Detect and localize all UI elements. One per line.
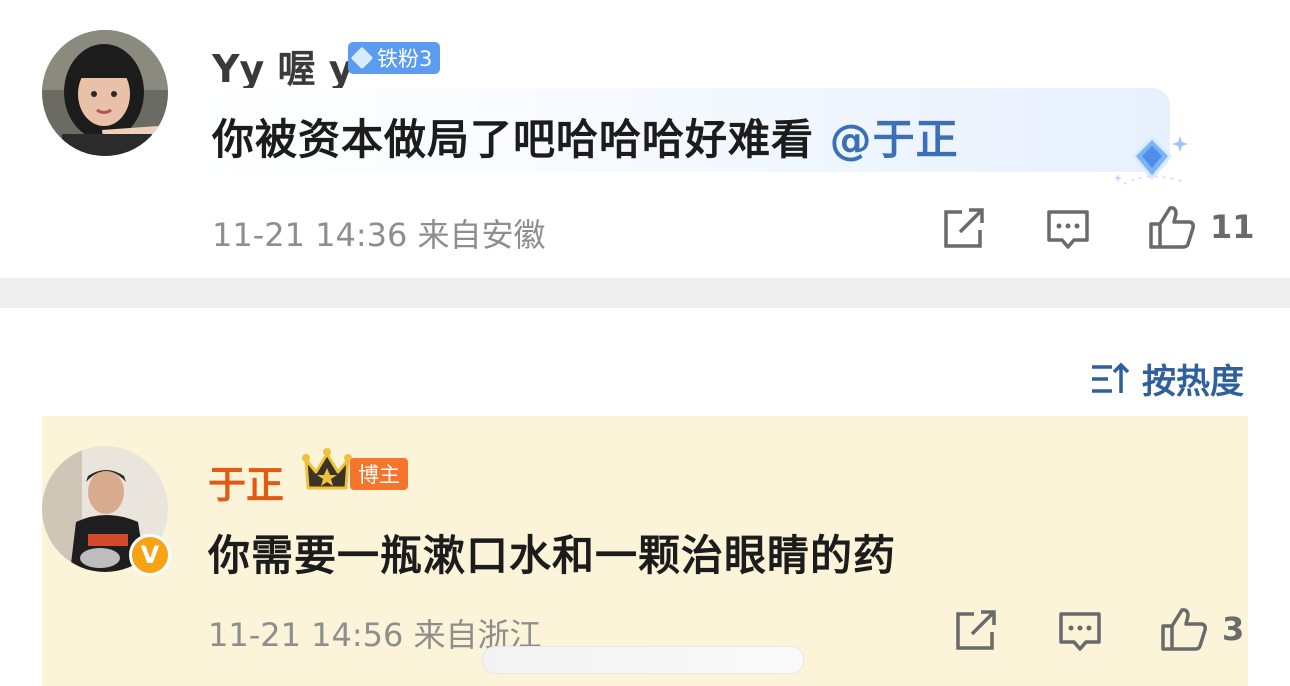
like-count: 3 [1222, 610, 1245, 648]
comment-body: 你被资本做局了吧哈哈哈好难看 [212, 115, 830, 164]
section-divider [0, 278, 1290, 308]
like-icon [1149, 206, 1195, 249]
comment-button[interactable] [1046, 208, 1090, 252]
avatar[interactable] [42, 30, 168, 156]
watermark-bar [482, 646, 804, 674]
sort-toggle[interactable]: 按热度 [1090, 354, 1244, 403]
comment-2: V 于正 博主 你需要一瓶漱口水和一颗治眼睛的药 11-21 14:56 来自浙… [42, 416, 1248, 686]
comment-1: Yy 喔 y 铁粉3 你被资本做局了吧哈哈哈好难看 @于正 11-21 14:3… [0, 0, 1290, 280]
like-button[interactable]: 11 [1148, 204, 1255, 250]
comment-time: 11-21 14:56 [208, 616, 404, 654]
mention-link[interactable]: @于正 [830, 115, 959, 164]
verified-icon: V [129, 534, 171, 576]
like-icon [1161, 608, 1207, 651]
diamond-icon [350, 46, 374, 70]
sort-label: 按热度 [1142, 362, 1244, 402]
share-icon [956, 610, 996, 650]
comment-location: 来自安徽 [417, 216, 546, 254]
share-button[interactable] [954, 610, 998, 652]
diamond-icon [1114, 135, 1188, 185]
comment-icon [1047, 210, 1089, 249]
fan-level-label: 铁粉3 [377, 47, 433, 71]
comment-text: 你被资本做局了吧哈哈哈好难看 @于正 [212, 106, 959, 167]
host-badge: 博主 [350, 458, 408, 490]
comment-time: 11-21 14:36 [212, 216, 408, 254]
sort-icon [1092, 362, 1130, 393]
comment-icon [1059, 612, 1101, 651]
like-button[interactable]: 3 [1160, 606, 1244, 652]
crown-icon [302, 448, 352, 490]
username[interactable]: Yy 喔 y [212, 38, 354, 93]
share-button[interactable] [942, 208, 986, 250]
share-icon [944, 208, 984, 248]
fan-level-badge: 铁粉3 [348, 42, 441, 74]
like-count: 11 [1210, 208, 1255, 246]
comment-meta: 11-21 14:36 来自安徽 [212, 210, 546, 256]
comment-button[interactable] [1058, 610, 1102, 654]
username[interactable]: 于正 [208, 454, 284, 509]
comment-text: 你需要一瓶漱口水和一颗治眼睛的药 [208, 531, 897, 580]
